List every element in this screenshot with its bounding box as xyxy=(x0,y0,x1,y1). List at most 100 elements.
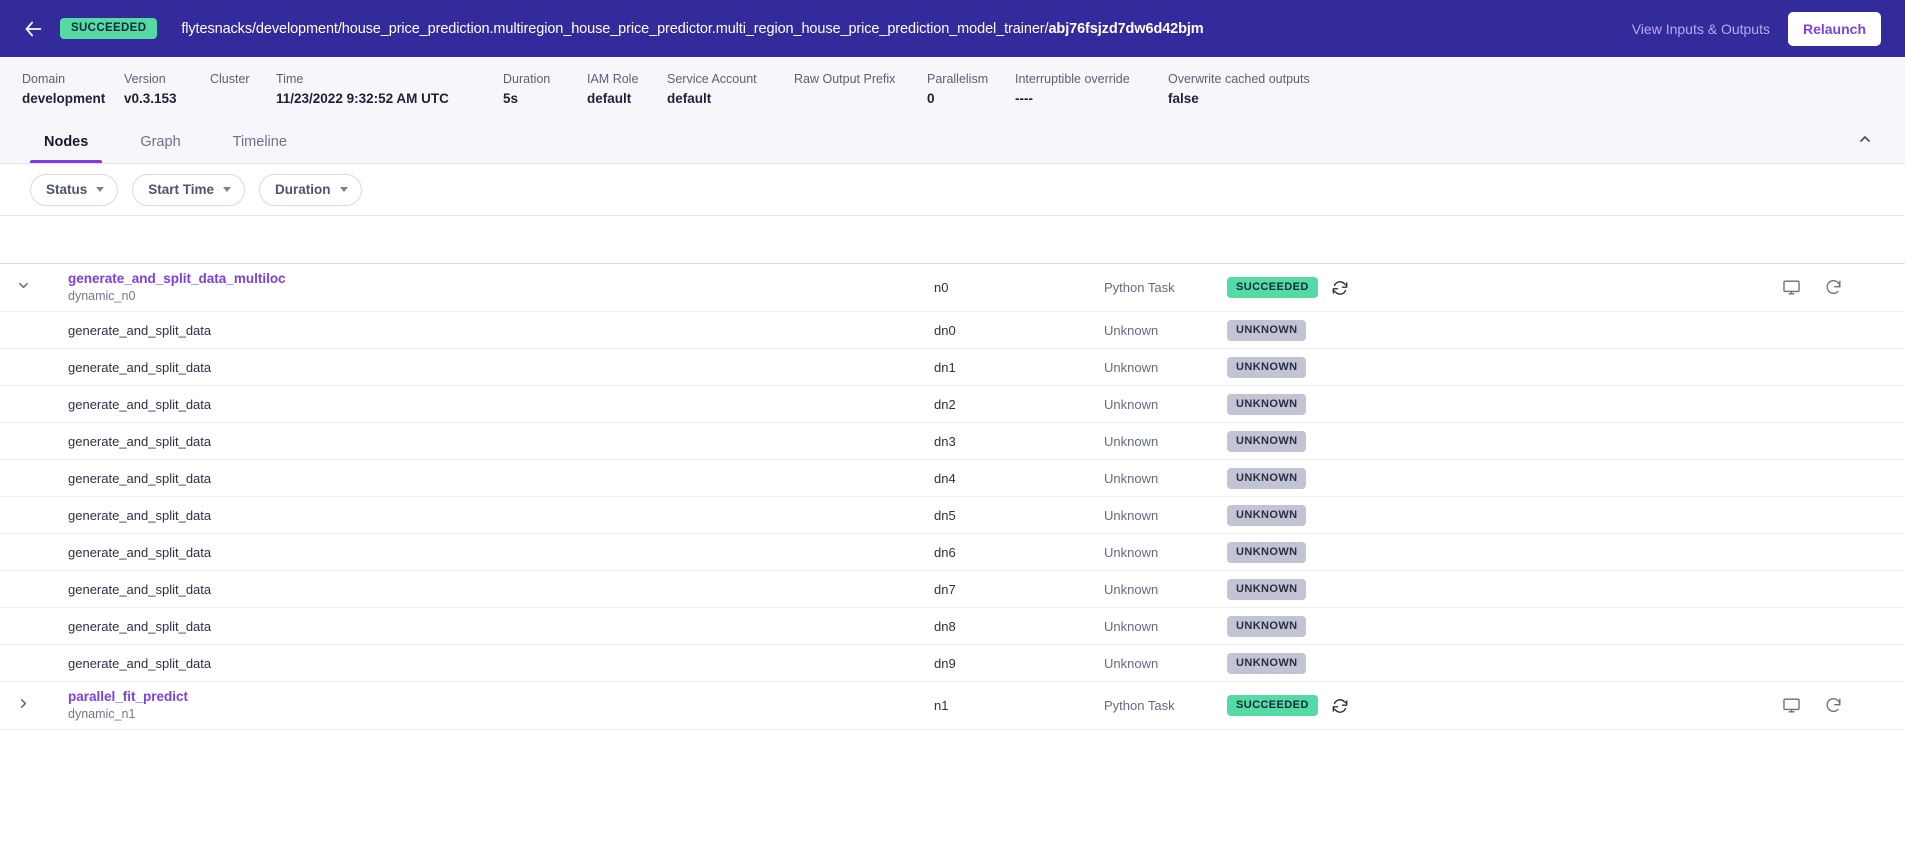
node-name-text: generate_and_split_data xyxy=(68,322,212,338)
monitor-icon[interactable] xyxy=(1781,696,1801,716)
node-type-cell: Unknown xyxy=(1104,470,1159,486)
tab-bar: Nodes Graph Timeline xyxy=(0,120,1905,164)
status-badge: UNKNOWN xyxy=(1227,393,1307,415)
table-row[interactable]: generate_and_split_data dn0 Unknown UNKNOWN xyxy=(0,312,1905,349)
node-name-text: generate_and_split_data xyxy=(68,581,212,597)
node-name-cell: generate_and_split_data xyxy=(46,507,934,524)
back-button[interactable] xyxy=(16,12,50,46)
filter-duration[interactable]: Duration xyxy=(259,173,362,206)
header-actions: View Inputs & Outputs Relaunch xyxy=(1632,11,1881,46)
status-badge: UNKNOWN xyxy=(1227,615,1307,637)
meta-item-raw-output-prefix: Raw Output Prefix xyxy=(772,71,905,89)
meta-label: Overwrite cached outputs xyxy=(1168,72,1310,86)
meta-label: IAM Role xyxy=(587,72,639,86)
node-id-cell: dn2 xyxy=(934,396,956,412)
table-row[interactable]: generate_and_split_data dn4 Unknown UNKNOWN xyxy=(0,460,1905,497)
node-name-text: generate_and_split_data xyxy=(68,433,212,449)
chevron-right-icon xyxy=(16,696,31,716)
tab-nodes[interactable]: Nodes xyxy=(30,120,103,163)
row-actions-cell xyxy=(1773,278,1883,298)
collapse-details-button[interactable] xyxy=(1847,120,1883,163)
table-row[interactable]: generate_and_split_data dn1 Unknown UNKNOWN xyxy=(0,349,1905,386)
relaunch-button[interactable]: Relaunch xyxy=(1787,11,1881,46)
node-name-text: generate_and_split_data xyxy=(68,396,212,412)
meta-value: development xyxy=(22,91,106,106)
meta-value: 0 xyxy=(927,91,935,106)
node-status-cell: UNKNOWN xyxy=(1227,467,1467,489)
node-name-cell: generate_and_split_data_multiloc dynamic_… xyxy=(46,270,934,305)
tab-graph[interactable]: Graph xyxy=(126,120,194,163)
table-row[interactable]: generate_and_split_data dn6 Unknown UNKNOWN xyxy=(0,534,1905,571)
node-type-cell: Unknown xyxy=(1104,507,1159,523)
meta-item-time: Time 11/23/2022 9:32:52 AM UTC xyxy=(254,71,481,108)
breadcrumb-execution-id: abj76fsjzd7dw6d42bjm xyxy=(1048,20,1204,37)
node-id-cell: dn6 xyxy=(934,544,956,560)
node-status-cell: UNKNOWN xyxy=(1227,393,1467,415)
node-id-cell: dn1 xyxy=(934,359,956,375)
cache-refresh-icon xyxy=(1330,278,1350,298)
node-name-link[interactable]: parallel_fit_predict xyxy=(68,688,934,705)
meta-label: Cluster xyxy=(210,72,250,86)
status-badge: UNKNOWN xyxy=(1227,319,1307,341)
execution-header: SUCCEEDED flytesnacks/development/house_… xyxy=(0,0,1905,57)
filter-status[interactable]: Status xyxy=(30,173,119,206)
table-row[interactable]: parallel_fit_predict dynamic_n1 n1 Python T… xyxy=(0,682,1905,730)
tab-timeline[interactable]: Timeline xyxy=(219,120,301,163)
filter-bar: Status Start Time Duration xyxy=(0,164,1905,216)
table-row[interactable]: generate_and_split_data dn2 Unknown UNKNOWN xyxy=(0,386,1905,423)
node-id-cell: dn4 xyxy=(934,470,956,486)
meta-value: ---- xyxy=(1015,91,1033,106)
node-type-cell: Unknown xyxy=(1104,359,1159,375)
table-row[interactable]: generate_and_split_data dn8 Unknown UNKNOWN xyxy=(0,608,1905,645)
node-status-cell: UNKNOWN xyxy=(1227,652,1467,674)
status-badge: UNKNOWN xyxy=(1227,504,1307,526)
node-name-text: generate_and_split_data xyxy=(68,507,212,523)
chevron-down-icon xyxy=(16,278,31,298)
node-name-cell: generate_and_split_data xyxy=(46,581,934,598)
view-inputs-outputs-link[interactable]: View Inputs & Outputs xyxy=(1632,21,1770,37)
chevron-up-icon xyxy=(1857,131,1873,152)
nodes-table: generate_and_split_data_multiloc dynamic_… xyxy=(0,216,1905,730)
table-row[interactable]: generate_and_split_data dn5 Unknown UNKNOWN xyxy=(0,497,1905,534)
table-row[interactable]: generate_and_split_data_multiloc dynamic_… xyxy=(0,264,1905,312)
monitor-icon[interactable] xyxy=(1781,278,1801,298)
node-name-cell: generate_and_split_data xyxy=(46,470,934,487)
expand-node-button[interactable] xyxy=(0,696,46,716)
cache-refresh-icon xyxy=(1330,696,1350,716)
meta-item-service-account: Service Account default xyxy=(645,71,772,108)
node-name-link[interactable]: generate_and_split_data_multiloc xyxy=(68,270,934,287)
node-name-cell: generate_and_split_data xyxy=(46,396,934,413)
meta-item-iam-role: IAM Role default xyxy=(565,71,645,108)
node-name-text: generate_and_split_data xyxy=(68,655,212,671)
rerun-icon[interactable] xyxy=(1823,696,1843,716)
meta-value: false xyxy=(1168,91,1199,106)
node-type-cell: Unknown xyxy=(1104,581,1159,597)
node-status-cell: UNKNOWN xyxy=(1227,356,1467,378)
table-body: generate_and_split_data_multiloc dynamic_… xyxy=(0,264,1905,730)
chevron-down-icon xyxy=(96,187,105,192)
meta-value: default xyxy=(667,91,712,106)
tabs: Nodes Graph Timeline xyxy=(0,120,325,163)
node-subtitle: dynamic_n1 xyxy=(68,707,136,721)
node-id-cell: n1 xyxy=(934,698,949,713)
meta-item-interruptible-override: Interruptible override ---- xyxy=(993,71,1146,108)
status-badge: UNKNOWN xyxy=(1227,541,1307,563)
breadcrumb-path: flytesnacks/development/house_price_pred… xyxy=(181,20,1049,37)
status-badge: UNKNOWN xyxy=(1227,430,1307,452)
node-id-cell: dn0 xyxy=(934,322,956,338)
node-type-cell: Unknown xyxy=(1104,618,1159,634)
rerun-icon[interactable] xyxy=(1823,278,1843,298)
table-row[interactable]: generate_and_split_data dn3 Unknown UNKNOWN xyxy=(0,423,1905,460)
row-actions-cell xyxy=(1773,696,1883,716)
table-row[interactable]: generate_and_split_data dn9 Unknown UNKNOWN xyxy=(0,645,1905,682)
filter-label: Status xyxy=(46,182,88,197)
meta-label: Service Account xyxy=(667,72,757,86)
collapse-node-button[interactable] xyxy=(0,278,46,298)
filter-start-time[interactable]: Start Time xyxy=(132,173,246,206)
node-name-cell: generate_and_split_data xyxy=(46,618,934,635)
table-row[interactable]: generate_and_split_data dn7 Unknown UNKNOWN xyxy=(0,571,1905,608)
node-status-cell: SUCCEEDED xyxy=(1227,695,1467,716)
chevron-down-icon xyxy=(339,187,348,192)
node-name-cell: generate_and_split_data xyxy=(46,433,934,450)
node-status-cell: SUCCEEDED xyxy=(1227,277,1467,298)
